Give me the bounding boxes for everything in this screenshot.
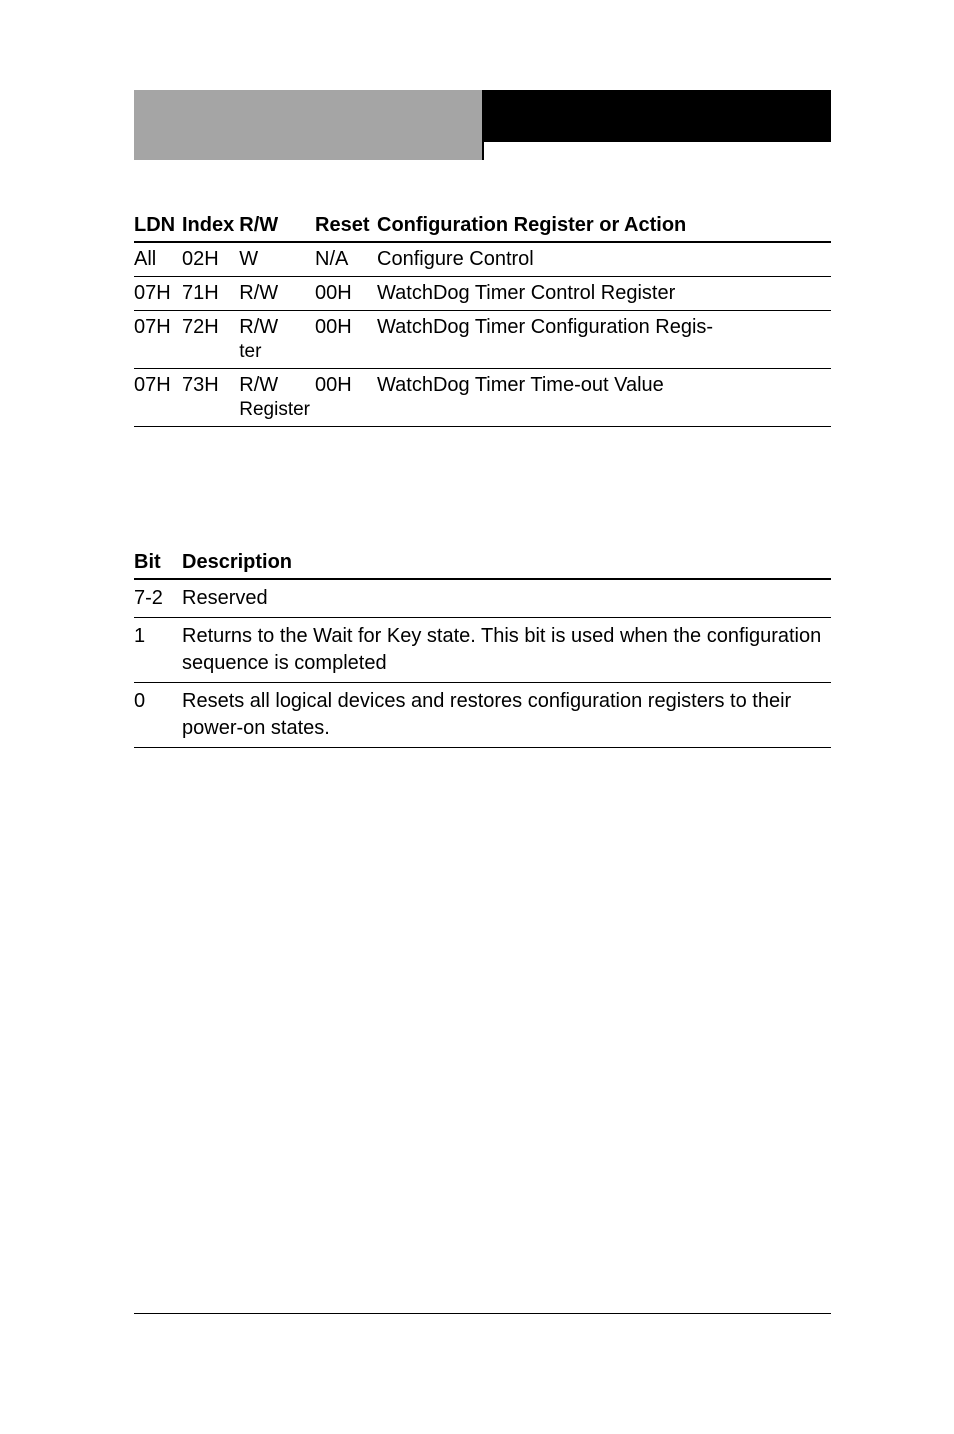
cell-ldn: 07H	[134, 369, 182, 427]
rw-value: W	[239, 248, 258, 270]
cell-desc: Returns to the Wait for Key state. This …	[182, 618, 831, 683]
header-ldn: LDN	[134, 210, 182, 242]
header-bar	[134, 90, 831, 160]
cell-rw: R/W ter	[239, 311, 315, 369]
bit-table: Bit Description 7-2 Reserved 1 Returns t…	[134, 547, 831, 748]
cell-ldn: All	[134, 242, 182, 277]
cell-desc: WatchDog Timer Configuration Regis-	[377, 311, 831, 369]
cell-index: 02H	[182, 242, 239, 277]
table-header-row: LDN Index R/W Reset Configuration Regist…	[134, 210, 831, 242]
cell-desc: WatchDog Timer Time-out Value	[377, 369, 831, 427]
cell-reset: 00H	[315, 311, 377, 369]
header-reset: Reset	[315, 210, 377, 242]
cell-bit: 1	[134, 618, 182, 683]
cell-desc: WatchDog Timer Control Register	[377, 277, 831, 311]
table-row: 1 Returns to the Wait for Key state. Thi…	[134, 618, 831, 683]
table-row: 07H 72H R/W ter 00H WatchDog Timer Confi…	[134, 311, 831, 369]
header-rw: R/W	[239, 210, 315, 242]
cell-index: 72H	[182, 311, 239, 369]
header-desc: Description	[182, 547, 831, 579]
header-desc: Configuration Register or Action	[377, 210, 831, 242]
rw-suffix: ter	[239, 341, 310, 363]
footer-divider	[134, 1313, 831, 1314]
table-row: 0 Resets all logical devices and restore…	[134, 683, 831, 748]
cell-bit: 0	[134, 683, 182, 748]
table-row: 07H 71H R/W 00H WatchDog Timer Control R…	[134, 277, 831, 311]
header-bit: Bit	[134, 547, 182, 579]
cell-ldn: 07H	[134, 311, 182, 369]
cell-rw: W	[239, 242, 315, 277]
cell-rw: R/W	[239, 277, 315, 311]
rw-value: R/W	[239, 282, 278, 304]
cell-index: 71H	[182, 277, 239, 311]
cell-bit: 7-2	[134, 579, 182, 618]
table-row: 7-2 Reserved	[134, 579, 831, 618]
cell-rw: R/W Register	[239, 369, 315, 427]
cell-reset: N/A	[315, 242, 377, 277]
register-table-wrapper: LDN Index R/W Reset Configuration Regist…	[134, 210, 831, 427]
bit-table-wrapper: Bit Description 7-2 Reserved 1 Returns t…	[134, 547, 831, 748]
header-index: Index	[182, 210, 239, 242]
cell-ldn: 07H	[134, 277, 182, 311]
rw-value: R/W	[239, 316, 278, 338]
table-row: 07H 73H R/W Register 00H WatchDog Timer …	[134, 369, 831, 427]
table-row: All 02H W N/A Configure Control	[134, 242, 831, 277]
table-header-row: Bit Description	[134, 547, 831, 579]
header-black-section	[484, 90, 832, 160]
rw-value: R/W	[239, 374, 278, 396]
cell-index: 73H	[182, 369, 239, 427]
register-table: LDN Index R/W Reset Configuration Regist…	[134, 210, 831, 427]
cell-desc: Reserved	[182, 579, 831, 618]
cell-reset: 00H	[315, 277, 377, 311]
header-gray-section	[134, 90, 484, 160]
cell-desc: Resets all logical devices and restores …	[182, 683, 831, 748]
rw-suffix: Register	[239, 399, 310, 421]
cell-reset: 00H	[315, 369, 377, 427]
cell-desc: Configure Control	[377, 242, 831, 277]
